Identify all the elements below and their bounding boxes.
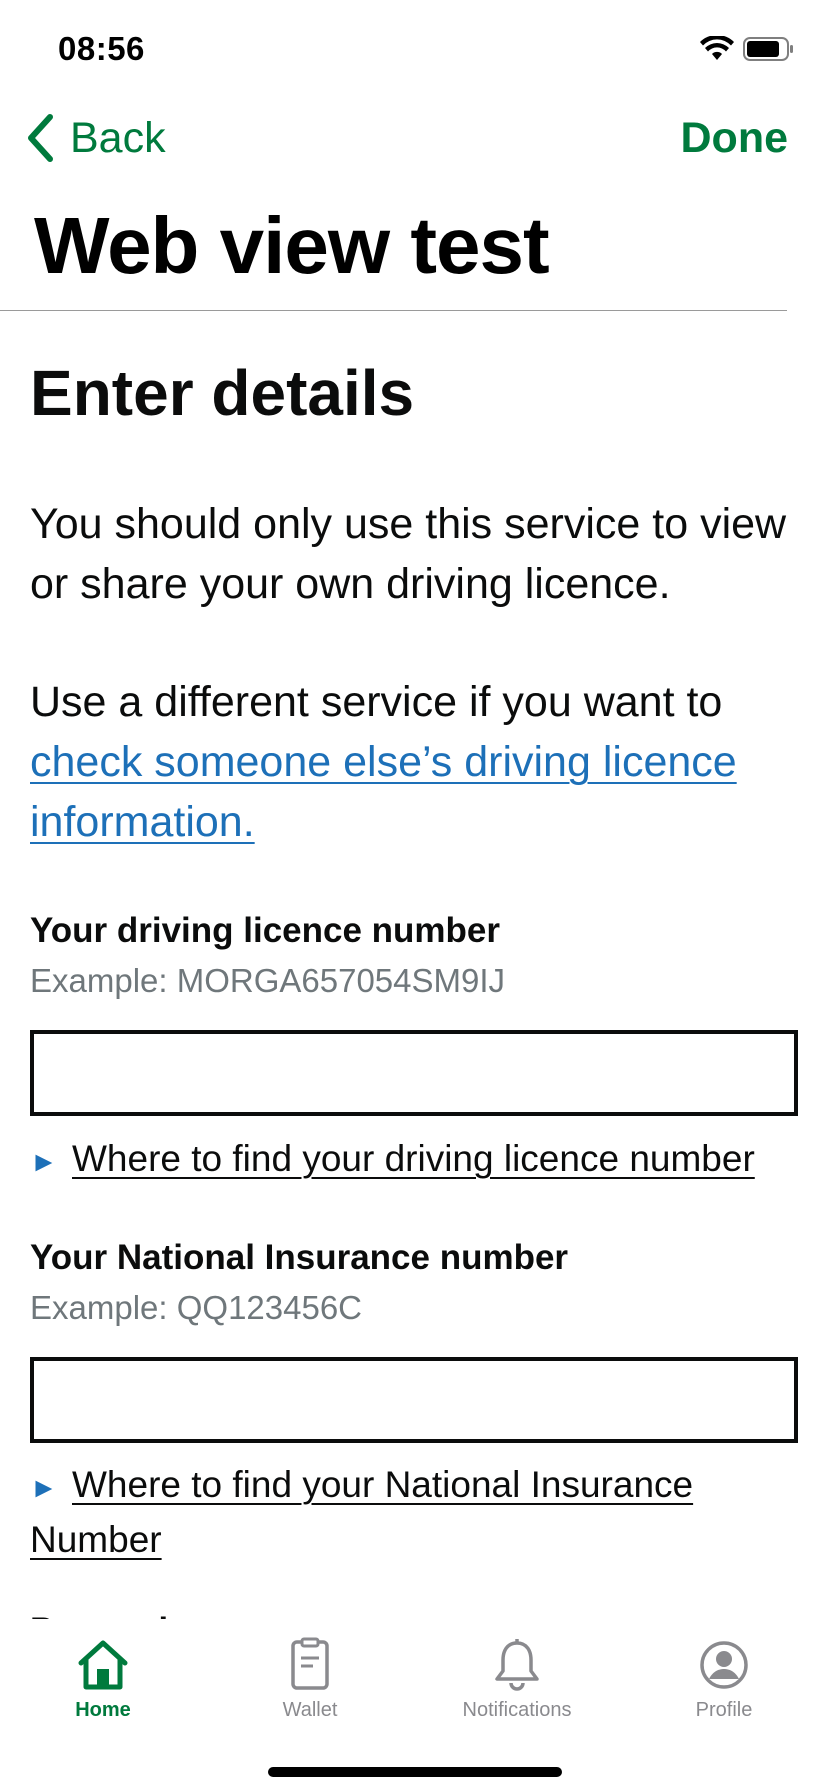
alternate-service-paragraph: Use a different service if you want to c… [30,672,810,852]
intro-paragraph: You should only use this service to view… [30,500,787,608]
wallet-icon [291,1637,329,1690]
page-title: Web view test [34,201,550,290]
tab-wallet-label: Wallet [282,1699,338,1721]
chevron-left-icon [28,114,53,162]
ni-number-hint: Example: QQ123456C [30,1289,363,1326]
back-button[interactable]: Back [24,110,166,166]
ni-number-help-summary[interactable]: Where to find your National Insurance Nu… [30,1464,693,1560]
tab-profile[interactable]: Profile [624,1637,824,1737]
tab-wallet[interactable]: Wallet [210,1637,410,1737]
ni-number-label: Your National Insurance number [30,1238,569,1277]
licence-number-input[interactable] [30,1030,798,1116]
status-bar: 08:56 [0,0,828,100]
web-view-content[interactable]: Enter details You should only use this s… [0,311,828,1619]
home-indicator [268,1767,562,1777]
profile-icon [700,1641,748,1689]
wifi-icon [700,36,734,60]
tab-home[interactable]: Home [3,1637,203,1737]
licence-number-help-details[interactable]: ► Where to find your driving licence numb… [30,1133,800,1188]
content-heading: Enter details [30,357,415,429]
triangle-right-icon: ► [30,1146,58,1177]
licence-number-label: Your driving licence number [30,911,501,950]
licence-number-help-summary[interactable]: Where to find your driving licence numbe… [72,1138,755,1179]
postcode-label: Postcode [30,1611,188,1619]
status-time: 08:56 [58,30,145,67]
bell-icon [495,1639,539,1691]
home-icon [78,1640,128,1690]
licence-number-hint: Example: MORGA657054SM9IJ [30,962,506,999]
tab-home-label: Home [75,1699,131,1721]
done-button[interactable]: Done [681,110,789,166]
check-someone-else-link[interactable]: check someone else’s driving licence inf… [30,738,737,846]
back-label: Back [70,113,166,162]
ni-number-help-details[interactable]: ► Where to find your National Insurance N… [30,1459,800,1566]
tab-profile-label: Profile [695,1699,753,1721]
tab-notifications-label: Notifications [462,1699,572,1721]
battery-icon [743,37,793,61]
ni-number-input[interactable] [30,1357,798,1443]
tab-notifications[interactable]: Notifications [417,1637,617,1737]
alternate-service-text: Use a different service if you want to [30,678,723,726]
triangle-right-icon: ► [30,1472,58,1503]
